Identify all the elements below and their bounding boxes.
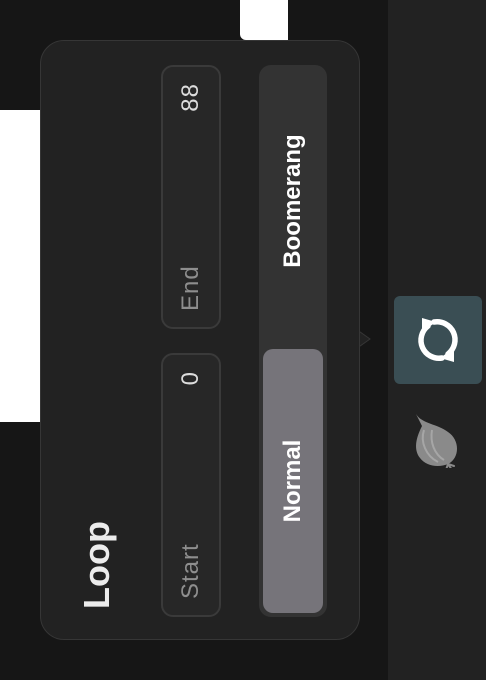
mode-boomerang-button[interactable]: Boomerang xyxy=(263,69,323,333)
canvas-fragment-top xyxy=(240,0,288,40)
onion-skin-icon xyxy=(416,414,457,468)
loop-mode-segmented-control: Normal Boomerang xyxy=(259,65,327,617)
canvas-fragment-left xyxy=(0,110,44,422)
animation-editor: Loop Start 0 End 88 Normal Boomerang xyxy=(0,0,486,680)
end-field-label: End xyxy=(177,265,204,311)
loop-popover: Loop Start 0 End 88 Normal Boomerang xyxy=(40,40,360,640)
end-field-value: 88 xyxy=(177,83,204,112)
mode-normal-button[interactable]: Normal xyxy=(263,349,323,613)
start-frame-field[interactable]: Start 0 xyxy=(161,353,221,617)
start-field-label: Start xyxy=(177,543,204,599)
popover-title: Loop xyxy=(76,521,117,609)
start-field-value: 0 xyxy=(177,371,204,386)
onion-skin-button[interactable] xyxy=(404,406,468,470)
loop-tool-button[interactable] xyxy=(394,296,482,384)
loop-popover-content: Loop Start 0 End 88 Normal Boomerang xyxy=(41,41,361,641)
loop-icon xyxy=(418,318,458,362)
end-frame-field[interactable]: End 88 xyxy=(161,65,221,329)
